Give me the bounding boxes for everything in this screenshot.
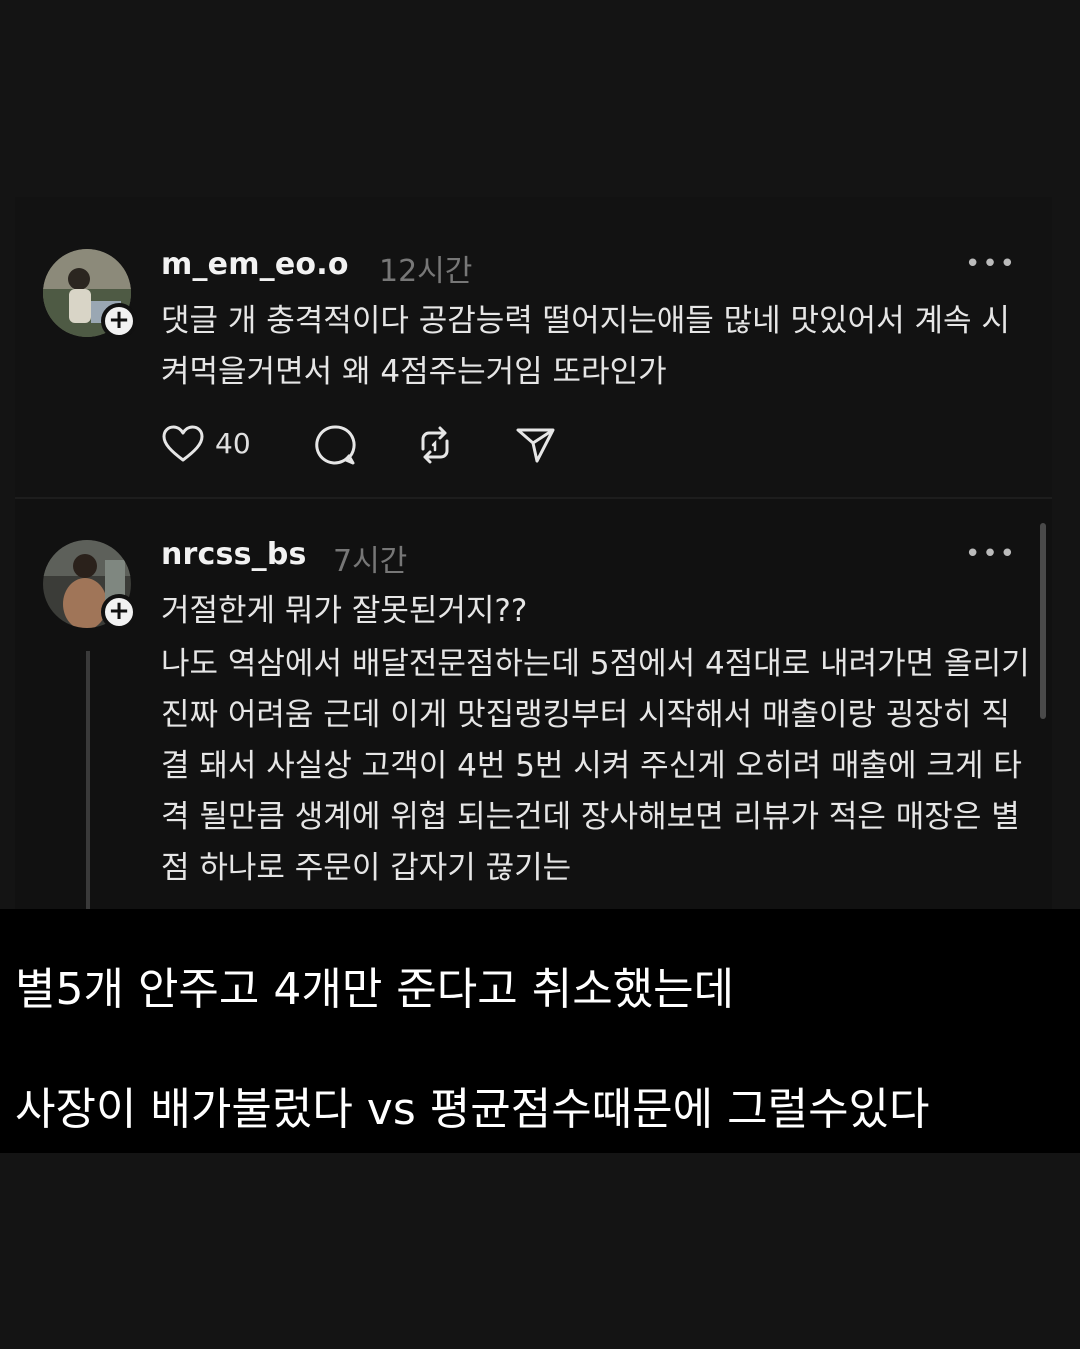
repost-icon xyxy=(421,426,449,464)
timestamp: 12시간 xyxy=(379,254,473,289)
thread-line xyxy=(86,651,90,909)
heart-icon xyxy=(162,425,204,462)
reply-text: 나도 역삼에서 배달전문점하는데 5점에서 4점대로 내려가면 올리기 진짜 어… xyxy=(161,646,1030,886)
comment-icon xyxy=(315,425,356,465)
repost-button[interactable] xyxy=(413,423,457,467)
caption-line-1: 별5개 안주고 4개만 준다고 취소했는데 xyxy=(15,964,735,1015)
share-button[interactable] xyxy=(513,423,557,467)
username[interactable]: nrcss_bs xyxy=(161,537,307,572)
follow-plus-icon[interactable]: + xyxy=(101,303,137,339)
like-button[interactable]: 40 xyxy=(161,423,251,467)
more-options-icon[interactable]: ••• xyxy=(965,539,1017,569)
follow-plus-icon[interactable]: + xyxy=(101,594,137,630)
share-icon xyxy=(516,428,555,463)
caption-area: 별5개 안주고 4개만 준다고 취소했는데 사장이 배가불렀다 vs 평균점수때… xyxy=(0,909,1080,1153)
action-bar: 40 xyxy=(161,423,581,467)
like-count: 40 xyxy=(215,427,251,460)
comment-post-2: + nrcss_bs 7시간 ••• 거절한게 뭐가 잘못된거지?? 나도 역삼… xyxy=(15,499,1052,909)
caption-line-2: 사장이 배가불렀다 vs 평균점수때문에 그럴수있다 xyxy=(15,1084,930,1135)
reply-first-line: 거절한게 뭐가 잘못된거지?? xyxy=(161,593,528,629)
more-options-icon[interactable]: ••• xyxy=(965,249,1017,279)
comment-post-1: + m_em_eo.o 12시간 ••• 댓글 개 충격적이다 공감능력 떨어지… xyxy=(15,197,1052,497)
comment-button[interactable] xyxy=(313,423,357,467)
threads-screenshot: + m_em_eo.o 12시간 ••• 댓글 개 충격적이다 공감능력 떨어지… xyxy=(15,197,1052,909)
image-frame: + m_em_eo.o 12시간 ••• 댓글 개 충격적이다 공감능력 떨어지… xyxy=(0,0,1080,1349)
username[interactable]: m_em_eo.o xyxy=(161,247,349,282)
scrollbar[interactable] xyxy=(1040,523,1046,719)
timestamp: 7시간 xyxy=(333,544,408,579)
comment-text: 댓글 개 충격적이다 공감능력 떨어지는애들 많네 맛있어서 계속 시켜먹을거면… xyxy=(161,303,1010,390)
